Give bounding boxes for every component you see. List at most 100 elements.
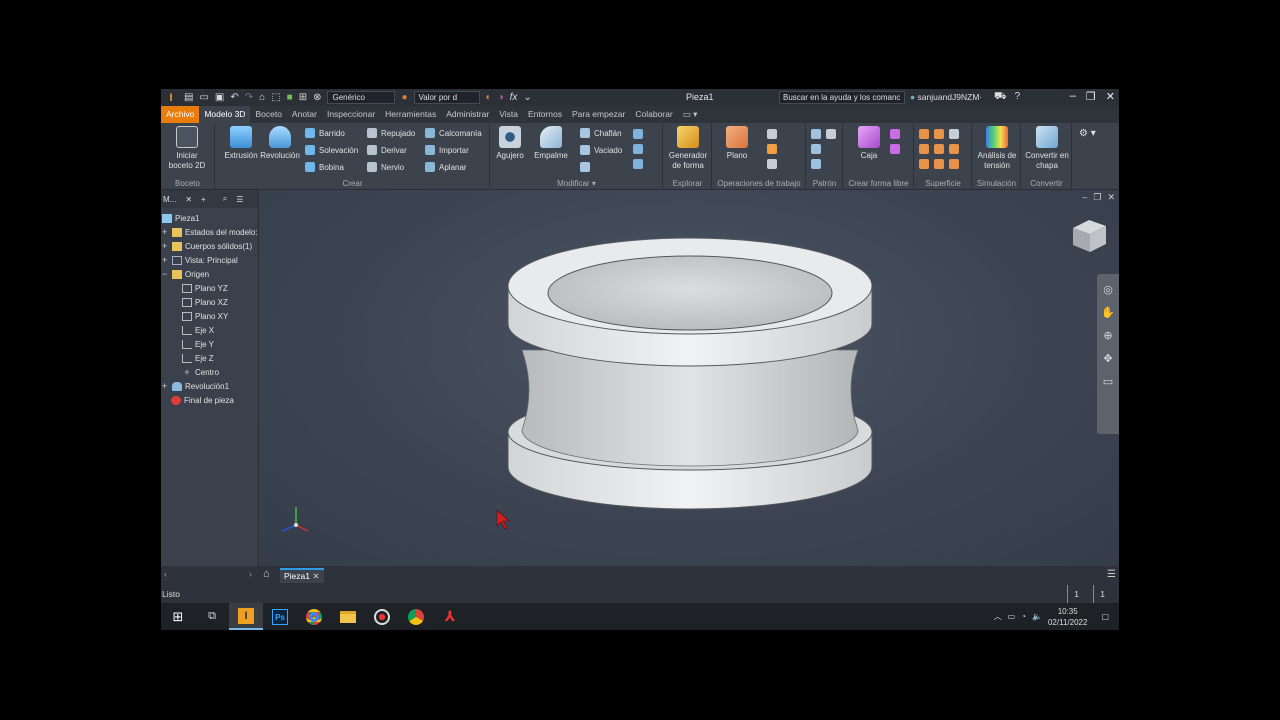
- tab-menu-icon[interactable]: ☰: [1107, 569, 1116, 580]
- shape-generator-button[interactable]: Generador de forma: [666, 126, 710, 171]
- close-icon[interactable]: ✕: [1106, 90, 1115, 103]
- ucs-icon[interactable]: [767, 159, 777, 169]
- stress-analysis-button[interactable]: Análisis de tensión: [975, 126, 1019, 171]
- save-icon[interactable]: ▣: [215, 92, 224, 103]
- repair-icon[interactable]: [949, 159, 959, 169]
- taskbar-photoshop[interactable]: Ps: [263, 603, 297, 630]
- scroll-left-icon[interactable]: ‹: [164, 569, 167, 579]
- extend-icon[interactable]: [949, 144, 959, 154]
- tab-boceto[interactable]: Boceto: [250, 106, 286, 123]
- notifications-icon[interactable]: ▢: [1101, 612, 1109, 621]
- tree-node-eje-y[interactable]: Eje Y: [182, 338, 214, 351]
- steering-wheel-icon[interactable]: ◎: [1101, 283, 1115, 297]
- move-face-icon[interactable]: [633, 159, 643, 169]
- browser-title[interactable]: M...: [163, 195, 176, 204]
- calcomania-button[interactable]: Calcomanía: [425, 128, 482, 138]
- chaflan-button[interactable]: Chaflán: [580, 128, 622, 138]
- barrido-button[interactable]: Barrido: [305, 128, 345, 138]
- patch-icon[interactable]: [919, 144, 929, 154]
- plano-button[interactable]: Plano: [715, 126, 759, 161]
- restore-icon[interactable]: ❐: [1086, 90, 1096, 103]
- clock[interactable]: 10:35 02/11/2022: [1048, 606, 1087, 628]
- derivar-button[interactable]: Derivar: [367, 145, 407, 155]
- orbit-icon[interactable]: ✥: [1101, 352, 1115, 366]
- agujero-button[interactable]: Agujero: [488, 126, 532, 161]
- show-hidden-icons-icon[interactable]: ︿: [994, 611, 1002, 622]
- task-view-button[interactable]: ⧉: [195, 603, 229, 630]
- minimize-icon[interactable]: –: [1070, 90, 1076, 103]
- replace-face-icon[interactable]: [934, 159, 944, 169]
- ribbon-options-icon[interactable]: ▭ ▾: [678, 106, 703, 123]
- browser-menu-icon[interactable]: ☰: [236, 195, 243, 204]
- look-at-icon[interactable]: ▭: [1101, 375, 1115, 389]
- start-sketch-button[interactable]: Iniciar boceto 2D: [165, 126, 209, 171]
- battery-icon[interactable]: ▭: [1008, 612, 1016, 621]
- user-account[interactable]: ● sanjuandJ9NZM·: [910, 92, 982, 102]
- tree-node-plano-yz[interactable]: Plano YZ: [182, 282, 228, 295]
- start-button[interactable]: ⊞: [161, 603, 195, 630]
- ribbon-settings-icon[interactable]: ⚙ ▾: [1079, 128, 1096, 139]
- solevacion-button[interactable]: Solevación: [305, 145, 358, 155]
- revolucion-button[interactable]: Revolución: [258, 126, 302, 161]
- point-icon[interactable]: [767, 144, 777, 154]
- selection-filter-icon[interactable]: ⊞: [299, 92, 307, 103]
- taskbar-chrome-profile[interactable]: [399, 603, 433, 630]
- tree-node-revolucion1[interactable]: + Revolución1: [162, 380, 229, 393]
- viewcube-icon[interactable]: [1073, 220, 1106, 252]
- function-fx-icon[interactable]: fx: [510, 92, 518, 103]
- sketch-pattern-icon[interactable]: [811, 159, 821, 169]
- split-icon[interactable]: [633, 129, 643, 139]
- undo-icon[interactable]: ↶: [230, 92, 238, 103]
- nervio-button[interactable]: Nervio: [367, 162, 404, 172]
- tab-pieza1[interactable]: Pieza1 ✕: [280, 568, 324, 583]
- tree-node-plano-xy[interactable]: Plano XY: [182, 310, 228, 323]
- stitch-icon[interactable]: [919, 129, 929, 139]
- tab-modelo-3d[interactable]: Modelo 3D: [199, 106, 251, 123]
- tab-para-empezar[interactable]: Para empezar: [567, 106, 630, 123]
- freeform-edit-icon[interactable]: [890, 129, 900, 139]
- tab-archivo[interactable]: Archivo: [161, 106, 200, 123]
- draft-button[interactable]: [580, 162, 590, 172]
- customize-icon[interactable]: ⌄: [523, 92, 531, 103]
- taskbar-acrobat[interactable]: ⅄: [433, 603, 467, 630]
- help-search-input[interactable]: Buscar en la ayuda y los comanc: [779, 91, 905, 104]
- trim-icon[interactable]: [934, 144, 944, 154]
- aplanar-button[interactable]: Aplanar: [425, 162, 467, 172]
- pan-hand-icon[interactable]: ✋: [1101, 306, 1115, 320]
- wifi-icon[interactable]: ◔: [1021, 612, 1026, 621]
- circular-pattern-icon[interactable]: [811, 144, 821, 154]
- tab-anotar[interactable]: Anotar: [287, 106, 322, 123]
- inventor-logo-icon[interactable]: I: [164, 91, 178, 105]
- tree-node-cuerpos[interactable]: + Cuerpos sólidos(1): [162, 240, 252, 253]
- tab-inspeccionar[interactable]: Inspeccionar: [322, 106, 380, 123]
- tab-colaborar[interactable]: Colaborar: [630, 106, 677, 123]
- importar-button[interactable]: Importar: [425, 145, 469, 155]
- repujado-button[interactable]: Repujado: [367, 128, 415, 138]
- delete-face-icon[interactable]: [949, 129, 959, 139]
- clear-appearance-icon[interactable]: ◑: [498, 92, 504, 103]
- taskbar-inventor[interactable]: I: [229, 603, 263, 630]
- appearance-combo[interactable]: Valor por d: [413, 91, 480, 104]
- thicken-icon[interactable]: [919, 159, 929, 169]
- mirror-icon[interactable]: [826, 129, 836, 139]
- graphics-viewport[interactable]: – ❐ ✕ ◎ ✋ ⊕ ✥ ▭: [260, 190, 1119, 566]
- adjust-appearance-icon[interactable]: ◐: [486, 92, 492, 103]
- browser-add-icon[interactable]: +: [201, 195, 206, 204]
- bobina-button[interactable]: Bobina: [305, 162, 344, 172]
- zoom-icon[interactable]: ⊕: [1101, 329, 1115, 343]
- tree-node-final-pieza[interactable]: Final de pieza: [171, 394, 234, 407]
- tree-node-centro[interactable]: ✧ Centro: [182, 366, 219, 379]
- cart-icon[interactable]: ⛟: [994, 91, 1007, 104]
- open-folder-icon[interactable]: ▭: [199, 92, 208, 103]
- sculpt-icon[interactable]: [934, 129, 944, 139]
- axis-icon[interactable]: [767, 129, 777, 139]
- rect-pattern-icon[interactable]: [811, 129, 821, 139]
- redo-icon[interactable]: ↷: [245, 92, 253, 103]
- convert-sheet-metal-button[interactable]: Convertir en chapa: [1025, 126, 1069, 171]
- tree-node-origen[interactable]: − Origen: [162, 268, 209, 281]
- caja-button[interactable]: Caja: [847, 126, 891, 161]
- combine-icon[interactable]: [633, 144, 643, 154]
- doc-tab-close-icon[interactable]: ✕: [312, 571, 319, 581]
- home-icon[interactable]: ⌂: [259, 92, 265, 103]
- help-icon[interactable]: ?: [1015, 91, 1021, 104]
